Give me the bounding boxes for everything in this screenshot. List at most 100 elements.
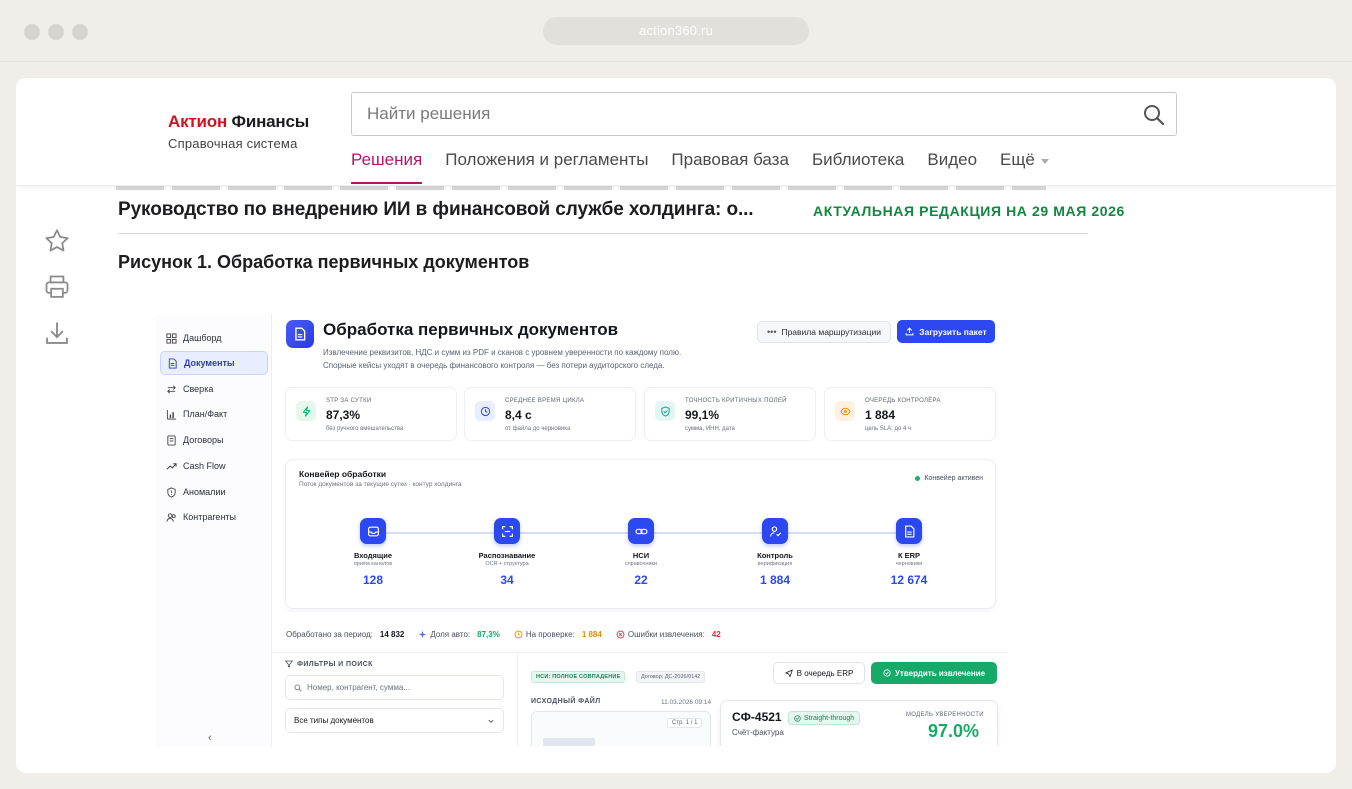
- app-description: Извлечение реквизитов, НДС и сумм из PDF…: [323, 346, 763, 372]
- page-window: Актион Финансы Справочная система Решени…: [16, 78, 1336, 773]
- kpi-subtitle: сумма, ИНН, дата: [685, 426, 735, 432]
- sidebar-item-contracts[interactable]: Договоры: [160, 428, 268, 452]
- stage-subtitle: верификация: [757, 561, 793, 567]
- nav-regulations[interactable]: Положения и регламенты: [445, 150, 648, 184]
- grid-icon: [166, 332, 177, 344]
- upload-batch-label: Загрузить пакет: [919, 326, 987, 337]
- app-logo: [286, 320, 314, 348]
- chevron-down-icon: [1040, 158, 1049, 164]
- sidebar-item-plan-fact[interactable]: План/Факт: [160, 402, 268, 426]
- window-dot[interactable]: [24, 24, 40, 40]
- stat-processed: Обработано за период: 14 832: [286, 630, 404, 639]
- app-sidebar: Дашборд Документы Сверка План/Факт Догов…: [156, 314, 272, 746]
- sidebar-item-documents[interactable]: Документы: [160, 351, 268, 375]
- kpi-label: Точность критичных полей: [685, 398, 787, 404]
- search-icon[interactable]: [1142, 103, 1166, 127]
- nav-more[interactable]: Ещё: [1000, 150, 1049, 184]
- window-dot[interactable]: [72, 24, 88, 40]
- app-title: Обработка первичных документов: [323, 320, 619, 339]
- sidebar-item-reconciliation[interactable]: Сверка: [160, 377, 268, 401]
- source-file-label: ИСХОДНЫЙ ФАЙЛ: [531, 698, 601, 705]
- shield-icon: [167, 486, 176, 498]
- stage-control[interactable]: Контроль верификация 1 884: [730, 518, 820, 587]
- sidebar-item-dashboard[interactable]: Дашборд: [160, 326, 268, 350]
- edition-badge[interactable]: АКТУАЛЬНАЯ РЕДАКЦИЯ НА 29 МАЯ 2026: [813, 203, 1125, 219]
- stage-count: 22: [634, 573, 648, 587]
- search-box: [351, 92, 1177, 136]
- stats-row: Обработано за период: 14 832 Доля авто: 87…: [286, 630, 721, 639]
- nav-solutions[interactable]: Решения: [351, 150, 423, 184]
- figure-caption: Рисунок 1. Обработка первичных документо…: [118, 252, 530, 272]
- erp-queue-button[interactable]: В очередь ERP: [773, 662, 865, 684]
- stage-recognition[interactable]: Распознавание OCR + структура 34: [462, 518, 552, 587]
- document-type-select[interactable]: Все типы документов: [285, 708, 504, 733]
- nav-more-label: Ещё: [1000, 150, 1035, 169]
- panel-divider: [517, 653, 518, 746]
- routing-rules-button[interactable]: ••• Правила маршрутизации: [757, 321, 891, 343]
- document-title: Руководство по внедрению ИИ в финансовой…: [118, 199, 754, 220]
- window-dot[interactable]: [48, 24, 64, 40]
- sidebar-collapse-button[interactable]: ‹: [208, 732, 212, 744]
- stage-master-data[interactable]: НСИ справочники 22: [596, 518, 686, 587]
- document-icon: [168, 357, 177, 369]
- error-icon: [616, 630, 625, 639]
- stage-icon-bg: [896, 518, 922, 544]
- scan-icon: [501, 525, 513, 537]
- stage-name: К ERP: [897, 551, 921, 560]
- nav-video[interactable]: Видео: [927, 150, 977, 184]
- logo-secondary: Финансы: [231, 112, 310, 131]
- stage-incoming[interactable]: Входящие приём каналов 128: [328, 518, 418, 587]
- document-type: Счёт-фактура: [732, 728, 784, 737]
- sidebar-item-label: Документы: [184, 358, 235, 368]
- lightning-icon: [302, 405, 310, 417]
- contract-tag: Договор: ДС-2026/0142: [636, 671, 706, 683]
- address-bar[interactable]: action360.ru: [543, 17, 809, 45]
- pipeline-status-label: Конвейер активен: [924, 475, 983, 482]
- preview-placeholder-line: [543, 738, 595, 746]
- kpi-card-cycle-time: Среднее время цикла 8,4 с от файла до че…: [464, 387, 636, 441]
- stat-label: Обработано за период:: [286, 630, 373, 639]
- sidebar-item-anomalies[interactable]: Аномалии: [160, 480, 268, 504]
- inbox-icon: [367, 526, 379, 536]
- nav-legal-base[interactable]: Правовая база: [671, 150, 789, 184]
- brand-logo[interactable]: Актион Финансы Справочная система: [168, 112, 309, 151]
- search-input[interactable]: [352, 93, 1112, 135]
- kpi-value: 8,4 с: [505, 408, 532, 422]
- kpi-icon-bg: [475, 401, 495, 421]
- check-circle-icon: [883, 669, 891, 677]
- kpi-card-queue: Очередь контролёра 1 884 цель SLA: до 4 …: [824, 387, 996, 441]
- stat-value: 42: [711, 630, 721, 639]
- title-divider: [118, 233, 1088, 234]
- nav-library[interactable]: Библиотека: [812, 150, 904, 184]
- swap-icon: [167, 385, 176, 393]
- print-button[interactable]: [42, 272, 72, 302]
- download-button[interactable]: [42, 318, 72, 348]
- source-file-date: 11.03.2026 09:14: [661, 699, 712, 706]
- page-indicator: Стр. 1 / 1: [667, 718, 703, 728]
- status-dot-icon: [915, 476, 921, 481]
- erp-queue-label: В очередь ERP: [796, 668, 854, 678]
- upload-batch-button[interactable]: Загрузить пакет: [897, 320, 995, 343]
- kpi-card-stp: STP за сутки 87,3% без ручного вмешатель…: [285, 387, 457, 441]
- stage-icon-bg: [360, 518, 386, 544]
- approve-extraction-button[interactable]: Утвердить извлечение: [871, 662, 997, 684]
- stage-count: 128: [362, 573, 384, 587]
- sidebar-item-label: Дашборд: [183, 333, 222, 343]
- sidebar-item-cash-flow[interactable]: Cash Flow: [160, 454, 268, 478]
- nsi-match-tag: НСИ: ПОЛНОЕ СОВПАДЕНИЕ: [531, 671, 626, 683]
- stage-to-erp[interactable]: К ERP черновики 12 674: [864, 518, 954, 587]
- stat-value: 87,3%: [477, 630, 500, 639]
- file-icon: [904, 524, 914, 538]
- confidence-label: МОДЕЛЬ УВЕРЕННОСТИ: [906, 712, 984, 718]
- chevron-down-icon: [488, 719, 494, 723]
- kpi-icon-bg: [296, 401, 316, 421]
- document-search-input[interactable]: Номер, контрагент, сумма...: [285, 675, 504, 700]
- sidebar-item-counterparties[interactable]: Контрагенты: [160, 505, 268, 529]
- stage-count: 1 884: [759, 573, 791, 587]
- sidebar-item-label: Сверка: [183, 384, 214, 394]
- stage-subtitle: справочники: [624, 561, 658, 567]
- logo-subtitle: Справочная система: [168, 136, 298, 151]
- section-divider: [273, 652, 1008, 653]
- search-placeholder: Номер, контрагент, сумма...: [307, 683, 410, 692]
- favorite-button[interactable]: [42, 226, 72, 256]
